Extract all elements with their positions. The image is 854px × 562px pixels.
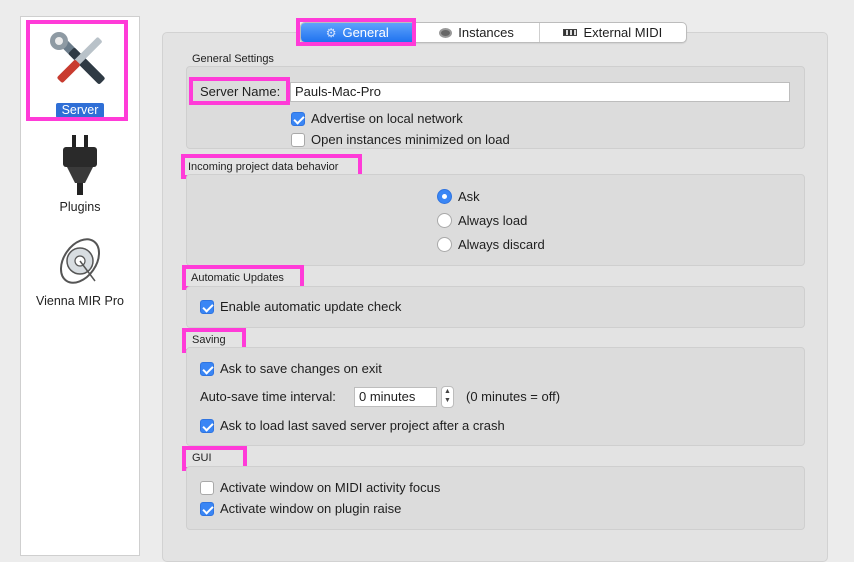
wrench-screwdriver-icon [50,32,105,84]
server-name-field[interactable]: Pauls-Mac-Pro [290,82,790,102]
updates-title: Automatic Updates [191,272,284,284]
always-load-radio[interactable] [437,213,452,228]
incoming-title: Incoming project data behavior [188,161,339,173]
incoming-option-always-discard[interactable]: Always discard [437,237,545,252]
update-check-row[interactable]: Enable automatic update check [200,299,401,314]
ask-save-checkbox[interactable] [200,361,214,376]
midi-focus-checkbox[interactable] [200,480,214,495]
plugin-raise-checkbox[interactable] [200,501,214,516]
tab-bar: ⚙ General Instances External MIDI [300,22,687,43]
ask-load-checkbox[interactable] [200,418,214,433]
advertise-checkbox-row[interactable]: Advertise on local network [291,111,463,126]
minimized-checkbox[interactable] [291,132,305,147]
sidebar-item-server[interactable]: Server [21,27,139,118]
autosave-input[interactable]: 0 minutes [354,387,437,407]
advertise-label: Advertise on local network [311,111,463,126]
midi-keyboard-icon [563,29,578,36]
update-check-checkbox[interactable] [200,299,214,314]
gear-icon: ⚙ [325,25,337,40]
stepper-down-icon[interactable]: ▼ [442,396,453,405]
tab-instances[interactable]: Instances [414,23,540,42]
autosave-hint: (0 minutes = off) [466,389,561,404]
incoming-option-ask[interactable]: Ask [437,189,480,204]
plugin-raise-row[interactable]: Activate window on plugin raise [200,501,401,516]
always-discard-label: Always discard [458,237,545,252]
tab-general[interactable]: ⚙ General [301,23,415,42]
instances-icon [439,27,453,38]
sidebar-item-label: Vienna MIR Pro [35,294,124,308]
always-load-label: Always load [458,213,528,228]
gui-group [186,466,805,530]
ask-load-label: Ask to load last saved server project af… [220,418,505,433]
mir-globe-icon [59,238,101,284]
minimized-label: Open instances minimized on load [311,132,510,147]
tab-label: External MIDI [583,25,663,40]
sidebar-item-plugins[interactable]: Plugins [21,135,139,214]
tab-external-midi[interactable]: External MIDI [540,23,686,42]
plugin-raise-label: Activate window on plugin raise [220,501,402,516]
stepper-up-icon[interactable]: ▲ [442,387,453,396]
ask-label: Ask [458,189,480,204]
minimized-checkbox-row[interactable]: Open instances minimized on load [291,132,510,147]
midi-focus-row[interactable]: Activate window on MIDI activity focus [200,480,440,495]
ask-load-row[interactable]: Ask to load last saved server project af… [200,418,505,433]
ask-save-row[interactable]: Ask to save changes on exit [200,361,382,376]
midi-focus-label: Activate window on MIDI activity focus [220,480,441,495]
ask-radio[interactable] [437,189,452,204]
general-settings-title: General Settings [192,53,274,65]
gui-title: GUI [192,452,212,464]
power-plug-icon [63,135,97,195]
advertise-checkbox[interactable] [291,111,305,126]
incoming-option-always-load[interactable]: Always load [437,213,527,228]
ask-save-label: Ask to save changes on exit [220,361,382,376]
always-discard-radio[interactable] [437,237,452,252]
update-check-label: Enable automatic update check [220,299,402,314]
sidebar-item-vienna-mir-pro[interactable]: Vienna MIR Pro [21,233,139,308]
autosave-label: Auto-save time interval: [200,389,336,404]
autosave-stepper[interactable]: ▲ ▼ [441,386,454,408]
server-name-label: Server Name: [200,84,281,99]
tab-label: Instances [458,25,514,40]
sidebar-item-label: Plugins [59,200,101,214]
saving-title: Saving [192,334,226,346]
sidebar-item-label: Server [55,103,105,118]
sidebar: Server Plugins Vienna MIR Pro [20,16,140,556]
tab-label: General [342,25,389,40]
